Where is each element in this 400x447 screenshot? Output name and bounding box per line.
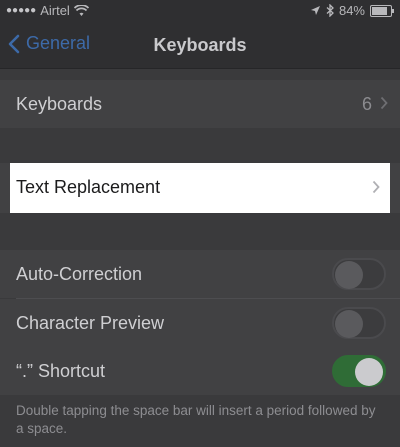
status-bar: ●●●●● Airtel 84% bbox=[0, 0, 400, 22]
keyboards-count: 6 bbox=[361, 94, 372, 114]
shortcut-footer-note: Double tapping the space bar will insert… bbox=[16, 403, 376, 436]
auto-correction-toggle[interactable] bbox=[332, 258, 386, 290]
bluetooth-icon bbox=[326, 4, 334, 17]
auto-correction-row: Auto-Correction bbox=[0, 250, 400, 298]
carrier-name: Airtel bbox=[40, 3, 70, 18]
period-shortcut-toggle[interactable] bbox=[332, 355, 386, 387]
wifi-icon bbox=[73, 4, 89, 16]
character-preview-row: Character Preview bbox=[0, 299, 400, 347]
battery-icon bbox=[370, 4, 394, 17]
page-title: Keyboards bbox=[153, 35, 247, 55]
navigation-bar: General Keyboards bbox=[0, 22, 400, 69]
period-shortcut-label: “.” Shortcut bbox=[16, 361, 106, 381]
battery-percentage: 84% bbox=[338, 3, 365, 18]
toggle-knob bbox=[335, 261, 363, 289]
chevron-right-icon bbox=[380, 96, 388, 110]
location-arrow-icon bbox=[310, 6, 320, 15]
character-preview-label: Character Preview bbox=[16, 313, 165, 333]
signal-strength-icon: ●●●●● bbox=[6, 5, 37, 16]
battery-level bbox=[372, 6, 388, 15]
keyboards-row[interactable]: Keyboards 6 bbox=[0, 80, 400, 128]
auto-correction-label: Auto-Correction bbox=[16, 264, 143, 284]
period-shortcut-row: “.” Shortcut bbox=[0, 347, 400, 395]
chevron-right-icon bbox=[372, 180, 380, 194]
text-replacement-label: Text Replacement bbox=[16, 177, 161, 197]
keyboards-label: Keyboards bbox=[16, 94, 103, 114]
character-preview-toggle[interactable] bbox=[332, 307, 386, 339]
text-replacement-row[interactable]: Text Replacement bbox=[10, 163, 390, 213]
toggle-knob bbox=[355, 358, 383, 386]
toggle-knob bbox=[335, 310, 363, 338]
